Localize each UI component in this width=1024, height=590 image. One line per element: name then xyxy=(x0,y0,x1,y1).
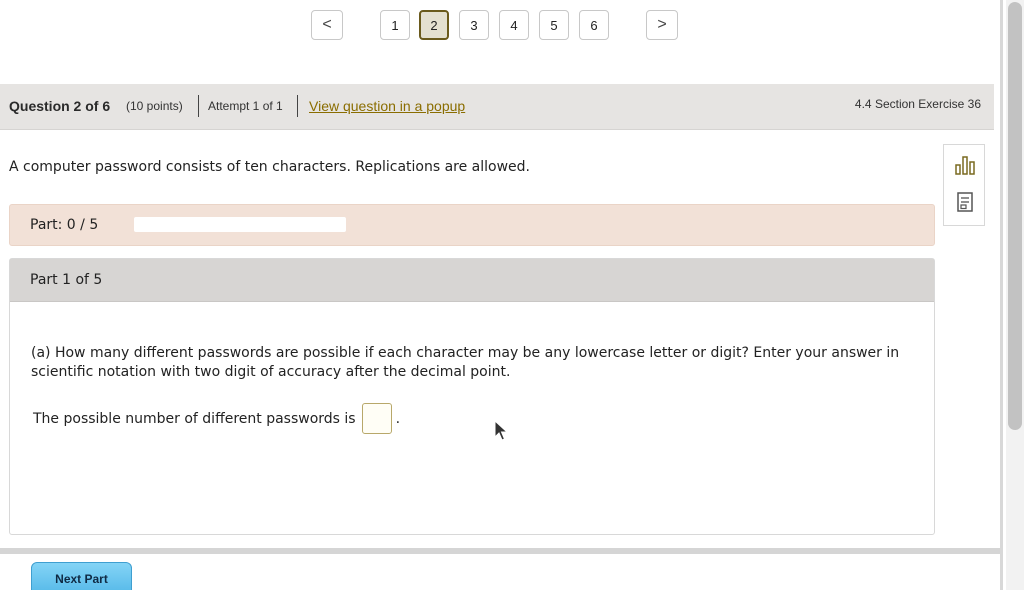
part-card: Part 1 of 5 (a) How many different passw… xyxy=(9,258,935,535)
part-question: (a) How many different passwords are pos… xyxy=(31,345,900,380)
part-title: Part 1 of 5 xyxy=(30,272,103,288)
part-progress: Part: 0 / 5 xyxy=(9,204,935,246)
panel-divider xyxy=(1000,0,1003,590)
page-6-button[interactable]: 6 xyxy=(579,10,609,40)
header-divider xyxy=(297,95,298,117)
page-2-button[interactable]: 2 xyxy=(419,10,449,40)
page-4-button[interactable]: 4 xyxy=(499,10,529,40)
header-divider xyxy=(198,95,199,117)
question-pager: < 1 2 3 4 5 6 > xyxy=(0,10,1000,42)
question-points: (10 points) xyxy=(126,99,183,113)
scrollbar-thumb[interactable] xyxy=(1008,2,1022,430)
view-popup-link[interactable]: View question in a popup xyxy=(309,98,465,114)
page-1-button[interactable]: 1 xyxy=(380,10,410,40)
part-progress-label: Part: 0 / 5 xyxy=(30,217,99,233)
answer-prompt: The possible number of different passwor… xyxy=(33,410,356,427)
answer-input[interactable] xyxy=(361,403,392,434)
question-number: Question 2 of 6 xyxy=(9,98,111,114)
answer-period: . xyxy=(395,410,401,427)
next-question-button[interactable]: > xyxy=(646,10,678,40)
attempt-counter: Attempt 1 of 1 xyxy=(208,99,283,113)
question-header: Question 2 of 6 (10 points) Attempt 1 of… xyxy=(0,84,994,130)
page-3-button[interactable]: 3 xyxy=(459,10,489,40)
mouse-cursor-icon xyxy=(494,420,508,441)
side-tools xyxy=(943,144,985,226)
part-header: Part 1 of 5 xyxy=(10,259,934,302)
notes-icon[interactable] xyxy=(954,191,976,213)
page-5-button[interactable]: 5 xyxy=(539,10,569,40)
bar-chart-icon[interactable] xyxy=(954,154,976,176)
part-progress-bar xyxy=(134,217,346,232)
section-label: 4.4 Section Exercise 36 xyxy=(854,97,981,111)
problem-statement: A computer password consists of ten char… xyxy=(9,159,530,175)
bottom-divider xyxy=(0,548,1000,554)
prev-question-button[interactable]: < xyxy=(311,10,343,40)
next-part-button[interactable]: Next Part xyxy=(31,562,132,590)
answer-line: The possible number of different passwor… xyxy=(33,402,400,435)
